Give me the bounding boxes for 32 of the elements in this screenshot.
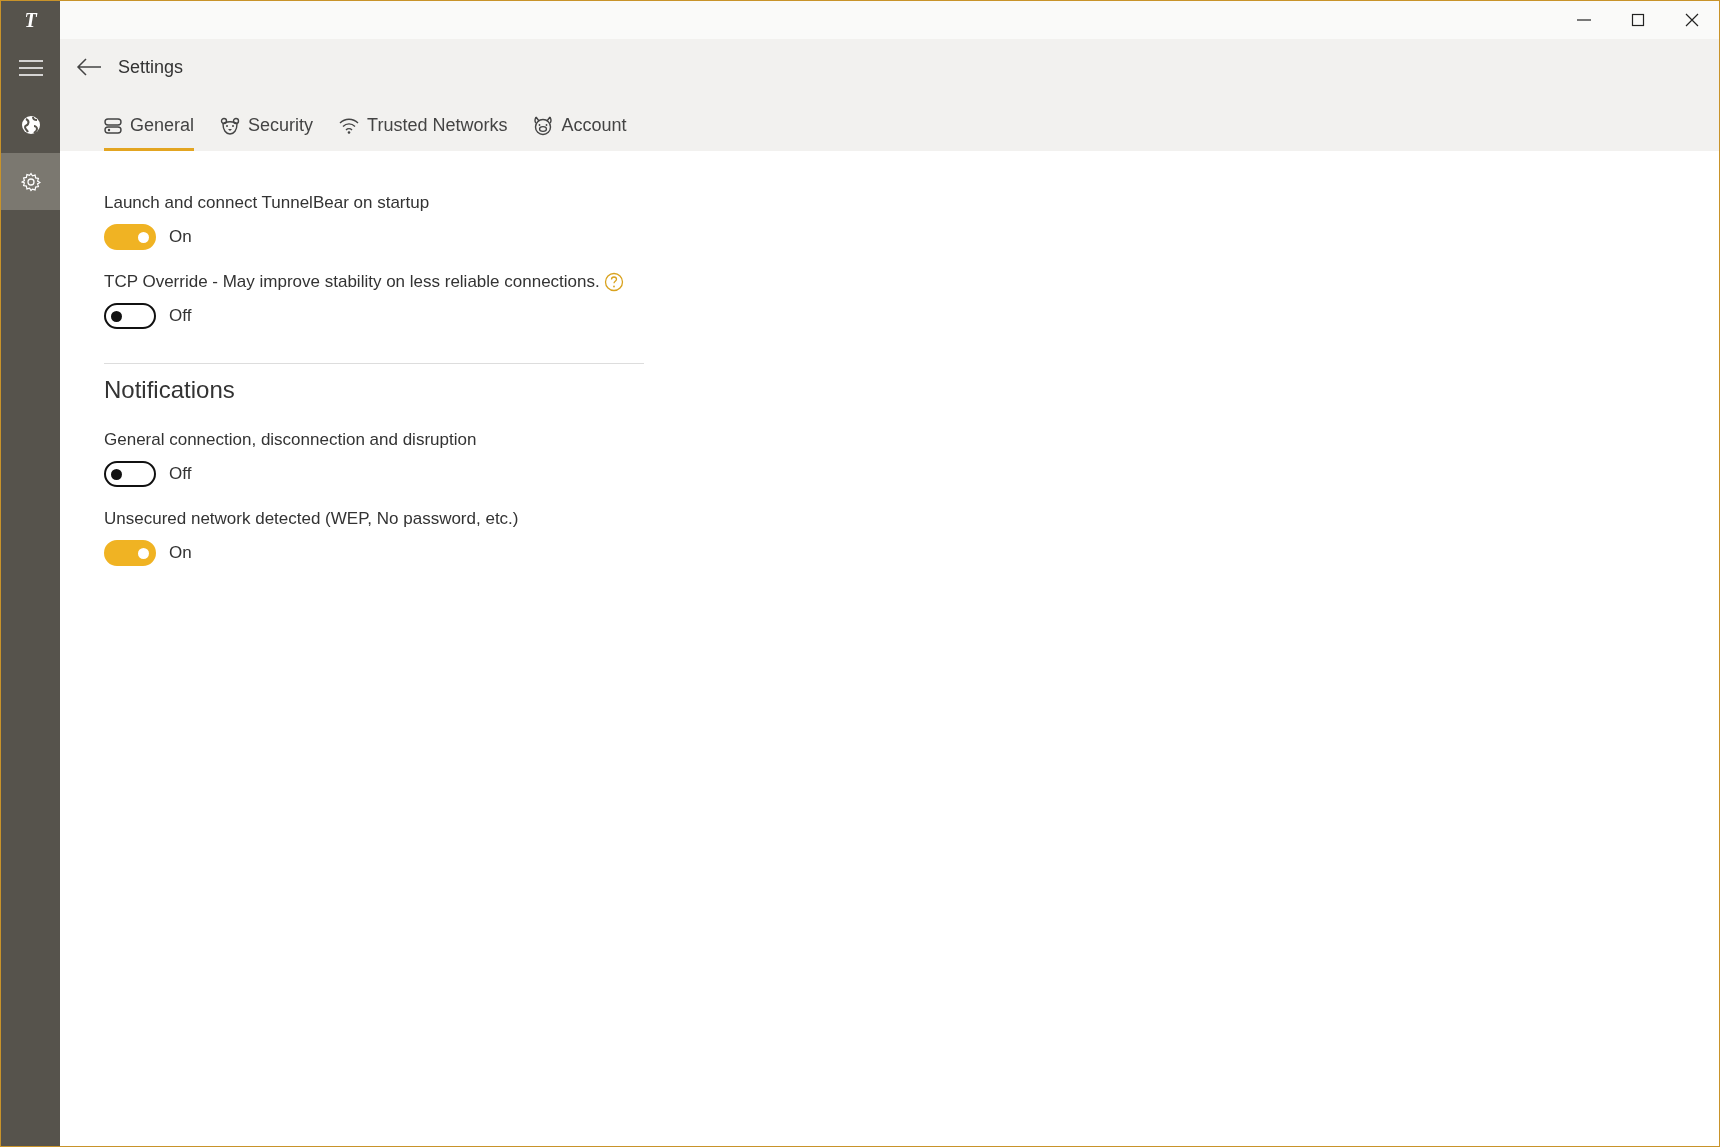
tab[interactable]: Security (220, 105, 314, 151)
settings-icon (20, 171, 41, 192)
toggles-icon (104, 116, 122, 135)
toggle-state-label: On (169, 227, 192, 247)
setting-label: General connection, disconnection and disruption (104, 430, 477, 450)
settings-nav-button[interactable] (1, 153, 60, 210)
toggle-state-label: On (169, 543, 192, 563)
setting-label: Launch and connect TunnelBear on startup (104, 193, 430, 213)
maximize-icon (1631, 13, 1645, 27)
setting-label: Unsecured network detected (WEP, No password, etc.) (104, 509, 519, 529)
toggle-switch[interactable] (104, 461, 156, 487)
back-arrow-icon (76, 58, 102, 76)
toggle-switch[interactable] (104, 224, 156, 250)
toggle-state-label: Off (169, 464, 192, 484)
menu-icon (18, 59, 43, 76)
tab[interactable]: Trusted Networks (339, 105, 508, 151)
toggle-switch[interactable] (104, 540, 156, 566)
minimize-icon (1577, 19, 1591, 21)
pig-icon (533, 115, 554, 136)
close-icon (1685, 13, 1699, 27)
setting-label: TCP Override - May improve stability on less reliable connections. (104, 272, 600, 292)
page-title: Settings (118, 56, 184, 78)
toggle-switch[interactable] (104, 303, 156, 329)
toggle-state-label: Off (169, 306, 192, 326)
back-button[interactable] (74, 56, 104, 78)
tab[interactable]: Account (533, 105, 627, 151)
globe-icon (20, 114, 41, 135)
tab[interactable]: General (104, 105, 195, 151)
wifi-icon (339, 117, 360, 134)
app-logo: T (23, 7, 39, 33)
section-heading: Notifications (104, 376, 236, 404)
bear-icon (220, 116, 241, 135)
